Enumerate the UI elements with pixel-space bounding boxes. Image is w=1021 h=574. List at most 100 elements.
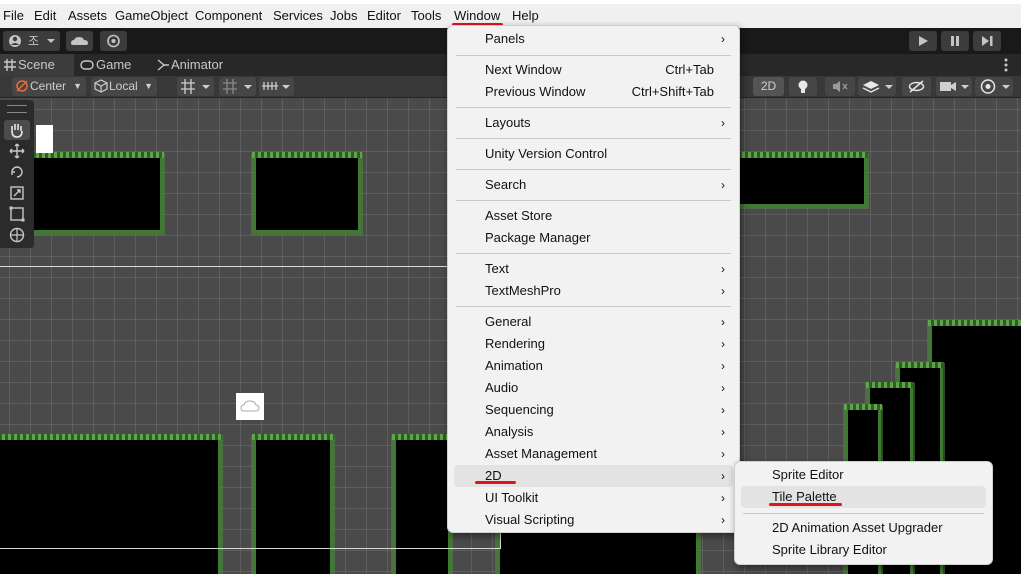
menu-item-sprite-editor[interactable]: Sprite Editor: [735, 464, 992, 486]
audio-button[interactable]: [825, 77, 855, 96]
tile-platform: [736, 152, 868, 204]
menu-component[interactable]: Component: [195, 8, 262, 24]
camera-dropdown[interactable]: [936, 77, 972, 96]
camera-icon: [940, 82, 969, 91]
menu-item-text[interactable]: Text ›: [448, 258, 739, 280]
tile-platform: [0, 434, 222, 574]
effects-dropdown[interactable]: [858, 77, 896, 96]
move-tool[interactable]: [4, 141, 30, 161]
pivot-center-label: Center: [30, 79, 67, 93]
camera-bounds-line: [0, 548, 500, 549]
menu-item-layouts[interactable]: Layouts ›: [448, 112, 739, 134]
menu-window[interactable]: Window: [454, 8, 500, 24]
mute-icon: [833, 81, 848, 92]
tab-animator[interactable]: Animator: [155, 54, 235, 76]
chevron-right-icon: ›: [721, 403, 725, 417]
menu-separator: [456, 169, 731, 170]
scene-grid-icon: [4, 59, 16, 71]
ruler-dropdown[interactable]: [259, 77, 294, 96]
space-local-label: Local: [109, 79, 138, 93]
lighting-button[interactable]: [789, 77, 817, 96]
chevron-right-icon: ›: [721, 359, 725, 373]
chevron-down-icon: ▼: [144, 81, 153, 91]
menu-item-unity-version-control[interactable]: Unity Version Control: [448, 143, 739, 165]
menu-item-textmeshpro[interactable]: TextMeshPro ›: [448, 280, 739, 302]
menu-gameobject[interactable]: GameObject: [115, 8, 188, 24]
menu-item-next-window[interactable]: Next Window Ctrl+Tab: [448, 59, 739, 81]
menu-item-analysis[interactable]: Analysis ›: [448, 421, 739, 443]
menu-edit[interactable]: Edit: [34, 8, 56, 24]
visibility-button[interactable]: [902, 77, 931, 96]
collab-button[interactable]: [100, 31, 127, 51]
account-label: 조: [28, 34, 40, 48]
rotate-tool[interactable]: [4, 162, 30, 182]
menu-item-rendering[interactable]: Rendering ›: [448, 333, 739, 355]
scale-tool[interactable]: [4, 183, 30, 203]
menu-editor[interactable]: Editor: [367, 8, 401, 24]
more-options-icon[interactable]: [1001, 57, 1011, 73]
cube-icon: [94, 79, 108, 93]
menu-item-2d-animation-asset-upgrader[interactable]: 2D Animation Asset Upgrader: [735, 517, 992, 539]
hand-icon: [11, 124, 23, 138]
menu-item-general[interactable]: General ›: [448, 311, 739, 333]
menu-item-label: Sequencing: [485, 402, 554, 417]
menu-item-label: Search: [485, 177, 527, 192]
shortcut-label: Ctrl+Tab: [665, 62, 714, 77]
menu-item-asset-store[interactable]: Asset Store: [448, 205, 739, 227]
menu-separator: [456, 107, 731, 108]
rect-transform-icon: [9, 206, 25, 222]
menu-jobs[interactable]: Jobs: [330, 8, 357, 24]
menu-tools[interactable]: Tools: [411, 8, 441, 24]
rect-tool[interactable]: [4, 204, 30, 224]
menu-help[interactable]: Help: [512, 8, 539, 24]
transform-tool[interactable]: [4, 225, 30, 245]
menu-services[interactable]: Services: [273, 8, 323, 24]
grid-snap-dropdown[interactable]: [177, 77, 214, 96]
menu-item-animation[interactable]: Animation ›: [448, 355, 739, 377]
increment-snap-dropdown[interactable]: [219, 77, 256, 96]
drag-handle[interactable]: [7, 105, 27, 113]
menu-item-sprite-library-editor[interactable]: Sprite Library Editor: [735, 539, 992, 561]
menu-file[interactable]: File: [3, 8, 24, 24]
menu-separator: [456, 138, 731, 139]
menu-item-label: 2D Animation Asset Upgrader: [772, 520, 943, 535]
cloud-sprite[interactable]: [236, 393, 264, 420]
menu-item-package-manager[interactable]: Package Manager: [448, 227, 739, 249]
menu-item-label: Layouts: [485, 115, 531, 130]
cloud-button[interactable]: [66, 31, 93, 51]
hand-tool[interactable]: [4, 120, 30, 140]
pivot-center-dropdown[interactable]: Center ▼: [12, 77, 86, 96]
chevron-right-icon: ›: [721, 513, 725, 527]
tab-scene[interactable]: Scene: [0, 54, 74, 76]
increment-snap-icon: [223, 79, 252, 94]
play-button[interactable]: [909, 31, 937, 51]
chevron-right-icon: ›: [721, 425, 725, 439]
2d-mode-button[interactable]: 2D: [753, 77, 784, 96]
menu-item-label: General: [485, 314, 532, 329]
step-button[interactable]: [973, 31, 1001, 51]
pause-button[interactable]: [941, 31, 969, 51]
menu-item-label: Package Manager: [485, 230, 591, 245]
layers-icon: [862, 81, 893, 93]
menu-item-panels[interactable]: Panels ›: [448, 28, 739, 50]
menu-separator: [456, 306, 731, 307]
menu-item-label: Panels: [485, 31, 525, 46]
menu-item-ui-toolkit[interactable]: UI Toolkit ›: [448, 487, 739, 509]
menu-item-previous-window[interactable]: Previous Window Ctrl+Shift+Tab: [448, 81, 739, 103]
menu-item-visual-scripting[interactable]: Visual Scripting ›: [448, 509, 739, 531]
chevron-right-icon: ›: [721, 469, 725, 483]
play-icon: [919, 36, 928, 46]
space-local-dropdown[interactable]: Local ▼: [91, 77, 157, 96]
tab-game[interactable]: Game: [78, 54, 148, 76]
menu-item-label: Text: [485, 261, 509, 276]
menu-item-label: Asset Management: [485, 446, 598, 461]
menu-item-search[interactable]: Search ›: [448, 174, 739, 196]
chevron-right-icon: ›: [721, 381, 725, 395]
menu-item-audio[interactable]: Audio ›: [448, 377, 739, 399]
menu-item-sequencing[interactable]: Sequencing ›: [448, 399, 739, 421]
account-dropdown[interactable]: 조: [3, 31, 60, 51]
menu-assets[interactable]: Assets: [68, 8, 107, 24]
camera-bounds-line: [0, 266, 448, 267]
menu-item-asset-management[interactable]: Asset Management ›: [448, 443, 739, 465]
gizmos-dropdown[interactable]: [975, 77, 1013, 96]
